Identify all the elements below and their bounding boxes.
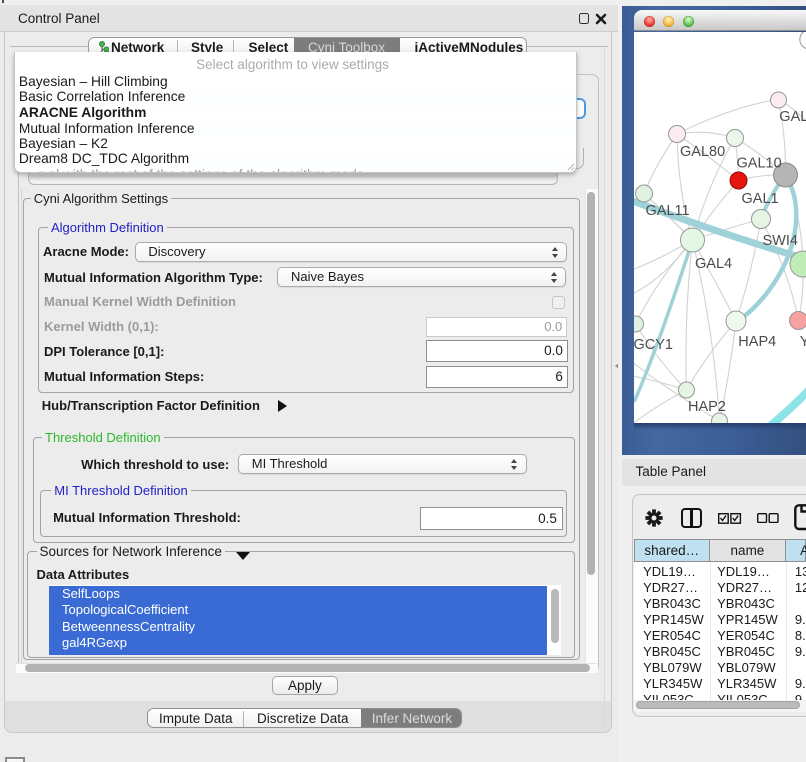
svg-text:HAP4: HAP4 xyxy=(738,334,776,350)
svg-text:GAL7: GAL7 xyxy=(779,109,806,125)
svg-text:HAP2: HAP2 xyxy=(688,399,726,415)
svg-text:GAL1: GAL1 xyxy=(742,191,779,207)
svg-text:GAL11: GAL11 xyxy=(646,203,690,219)
svg-text:GAL80: GAL80 xyxy=(680,144,725,160)
svg-text:Y: Y xyxy=(800,334,806,350)
svg-text:GCY1: GCY1 xyxy=(634,337,673,353)
svg-text:SWI4: SWI4 xyxy=(763,233,798,249)
svg-text:GAL4: GAL4 xyxy=(695,256,732,272)
svg-text:GAL10: GAL10 xyxy=(737,156,782,172)
